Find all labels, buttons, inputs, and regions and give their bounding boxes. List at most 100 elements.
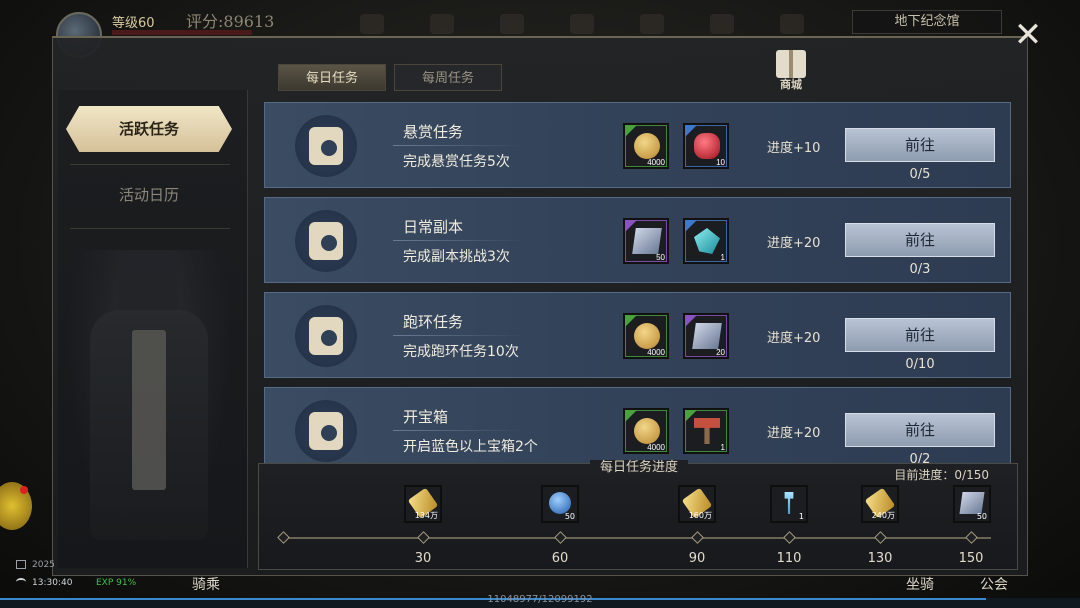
reward-quantity: 4000 bbox=[647, 348, 665, 357]
task-row: 跑环任务 完成跑环任务10次 4000 20 进度+20 前往 0/10 bbox=[264, 292, 1011, 378]
function-icon[interactable] bbox=[640, 14, 664, 34]
reward-slot[interactable]: 10 bbox=[683, 123, 729, 169]
milestone-quantity: 160万 bbox=[688, 511, 712, 520]
task-count: 0/5 bbox=[909, 167, 931, 182]
scroll-icon bbox=[295, 115, 357, 177]
mount-button[interactable]: 坐骑 bbox=[906, 574, 934, 594]
milestone-marker bbox=[417, 531, 430, 544]
function-icon[interactable] bbox=[780, 14, 804, 34]
task-name: 日常副本 bbox=[403, 218, 464, 236]
function-icon[interactable] bbox=[570, 14, 594, 34]
task-list[interactable]: 悬赏任务 完成悬赏任务5次 4000 10 进度+10 前往 0/5 日常副本 … bbox=[258, 98, 1018, 464]
progress-reward: 进度+20 bbox=[767, 236, 821, 251]
close-icon[interactable]: ✕ bbox=[1008, 16, 1048, 56]
function-icon[interactable] bbox=[360, 14, 384, 34]
notification-dot bbox=[20, 486, 28, 494]
milestone-marker bbox=[554, 531, 567, 544]
player-score: 评分:89613 bbox=[186, 12, 275, 31]
gold-coin-icon bbox=[634, 418, 660, 444]
function-icon[interactable] bbox=[500, 14, 524, 34]
task-description: 完成副本挑战3次 bbox=[403, 249, 510, 265]
reward-quantity: 4000 bbox=[647, 158, 665, 167]
knight-character-art bbox=[64, 250, 234, 550]
reward-slot[interactable]: 1 bbox=[683, 218, 729, 264]
task-name: 跑环任务 bbox=[403, 313, 464, 331]
reward-quantity: 1 bbox=[720, 253, 725, 262]
task-name-underline bbox=[393, 240, 523, 241]
reward-slot[interactable]: 50 bbox=[623, 218, 669, 264]
reward-quantity: 4000 bbox=[647, 443, 665, 452]
exp-label: EXP 91% bbox=[96, 578, 137, 588]
player-level: 等级60 bbox=[112, 16, 155, 31]
milestone-value: 30 bbox=[414, 551, 432, 566]
gold-coin-icon bbox=[634, 323, 660, 349]
milestone-quantity: 50 bbox=[564, 512, 575, 521]
mount-left-button[interactable]: 骑乘 bbox=[192, 574, 220, 594]
milestone-value: 110 bbox=[776, 551, 802, 566]
milestone-quantity: 240万 bbox=[871, 511, 895, 520]
milestone-reward-chest[interactable]: 160万 bbox=[678, 485, 716, 523]
go-button[interactable]: 前往 bbox=[845, 128, 995, 162]
reward-slot[interactable]: 4000 bbox=[623, 313, 669, 359]
progress-reward: 进度+20 bbox=[767, 426, 821, 441]
key-icon bbox=[784, 492, 794, 514]
task-description: 完成悬赏任务5次 bbox=[403, 154, 510, 170]
crystal-icon bbox=[694, 228, 720, 254]
milestone-marker bbox=[783, 531, 796, 544]
sidebar-divider bbox=[70, 164, 230, 165]
milestone-reward-chest[interactable]: 240万 bbox=[861, 485, 899, 523]
shop-button[interactable]: 商城 bbox=[770, 50, 812, 91]
task-name: 悬赏任务 bbox=[403, 123, 464, 141]
tab-daily-tasks[interactable]: 每日任务 bbox=[278, 64, 386, 91]
milestone-reward-chest[interactable]: 134万 bbox=[404, 485, 442, 523]
reward-slot[interactable]: 1 bbox=[683, 408, 729, 454]
milestone-reward-chest[interactable]: 50 bbox=[541, 485, 579, 523]
dungeon-icon bbox=[295, 210, 357, 272]
milestone-reward-chest[interactable]: 1 bbox=[770, 485, 808, 523]
guild-button[interactable]: 公会 bbox=[980, 574, 1008, 594]
go-button[interactable]: 前往 bbox=[845, 318, 995, 352]
current-progress: 目前进度：0/150 bbox=[894, 468, 989, 482]
loop-icon bbox=[295, 305, 357, 367]
hp-text: 11048977/12099192 bbox=[487, 594, 593, 605]
shop-label: 商城 bbox=[780, 78, 802, 91]
task-name-underline bbox=[393, 430, 523, 431]
go-button[interactable]: 前往 bbox=[845, 223, 995, 257]
task-count: 0/3 bbox=[909, 262, 931, 277]
top-function-icons bbox=[360, 14, 804, 34]
milestone-value: 60 bbox=[551, 551, 569, 566]
task-description: 开启蓝色以上宝箱2个 bbox=[403, 439, 538, 455]
milestone-value: 130 bbox=[867, 551, 893, 566]
task-row: 开宝箱 开启蓝色以上宝箱2个 4000 1 进度+20 前往 0/2 bbox=[264, 387, 1011, 464]
scroll-item-icon bbox=[692, 323, 722, 349]
go-button[interactable]: 前往 bbox=[845, 413, 995, 447]
top-hud: 等级60 评分:89613 地下纪念馆 bbox=[0, 0, 1080, 58]
sidebar-divider bbox=[70, 228, 230, 229]
function-icon[interactable] bbox=[710, 14, 734, 34]
reward-quantity: 1 bbox=[720, 443, 725, 452]
reward-slot[interactable]: 20 bbox=[683, 313, 729, 359]
progress-reward: 进度+20 bbox=[767, 331, 821, 346]
scroll-item-icon bbox=[959, 492, 985, 514]
sidebar-item-activity-calendar[interactable]: 活动日历 bbox=[66, 176, 232, 214]
milestone-marker bbox=[874, 531, 887, 544]
date-label: 2025 bbox=[32, 560, 55, 570]
reward-slot[interactable]: 4000 bbox=[623, 123, 669, 169]
milestone-reward-chest[interactable]: 50 bbox=[953, 485, 991, 523]
function-icon[interactable] bbox=[430, 14, 454, 34]
milestone-value: 150 bbox=[958, 551, 984, 566]
clock: 13:30:40 bbox=[32, 578, 73, 588]
task-name-underline bbox=[393, 335, 523, 336]
task-row: 悬赏任务 完成悬赏任务5次 4000 10 进度+10 前往 0/5 bbox=[264, 102, 1011, 188]
reward-slot[interactable]: 4000 bbox=[623, 408, 669, 454]
scroll-item-icon bbox=[632, 228, 662, 254]
reward-quantity: 10 bbox=[716, 158, 725, 167]
sidebar-item-active-tasks[interactable]: 活跃任务 bbox=[66, 106, 232, 152]
calendar-icon bbox=[16, 560, 26, 569]
milestone-marker bbox=[691, 531, 704, 544]
task-row: 日常副本 完成副本挑战3次 50 1 进度+20 前往 0/3 bbox=[264, 197, 1011, 283]
milestone-quantity: 1 bbox=[798, 512, 804, 521]
milestone-quantity: 134万 bbox=[414, 511, 438, 520]
task-name: 开宝箱 bbox=[403, 408, 449, 426]
tab-weekly-tasks[interactable]: 每周任务 bbox=[394, 64, 502, 91]
